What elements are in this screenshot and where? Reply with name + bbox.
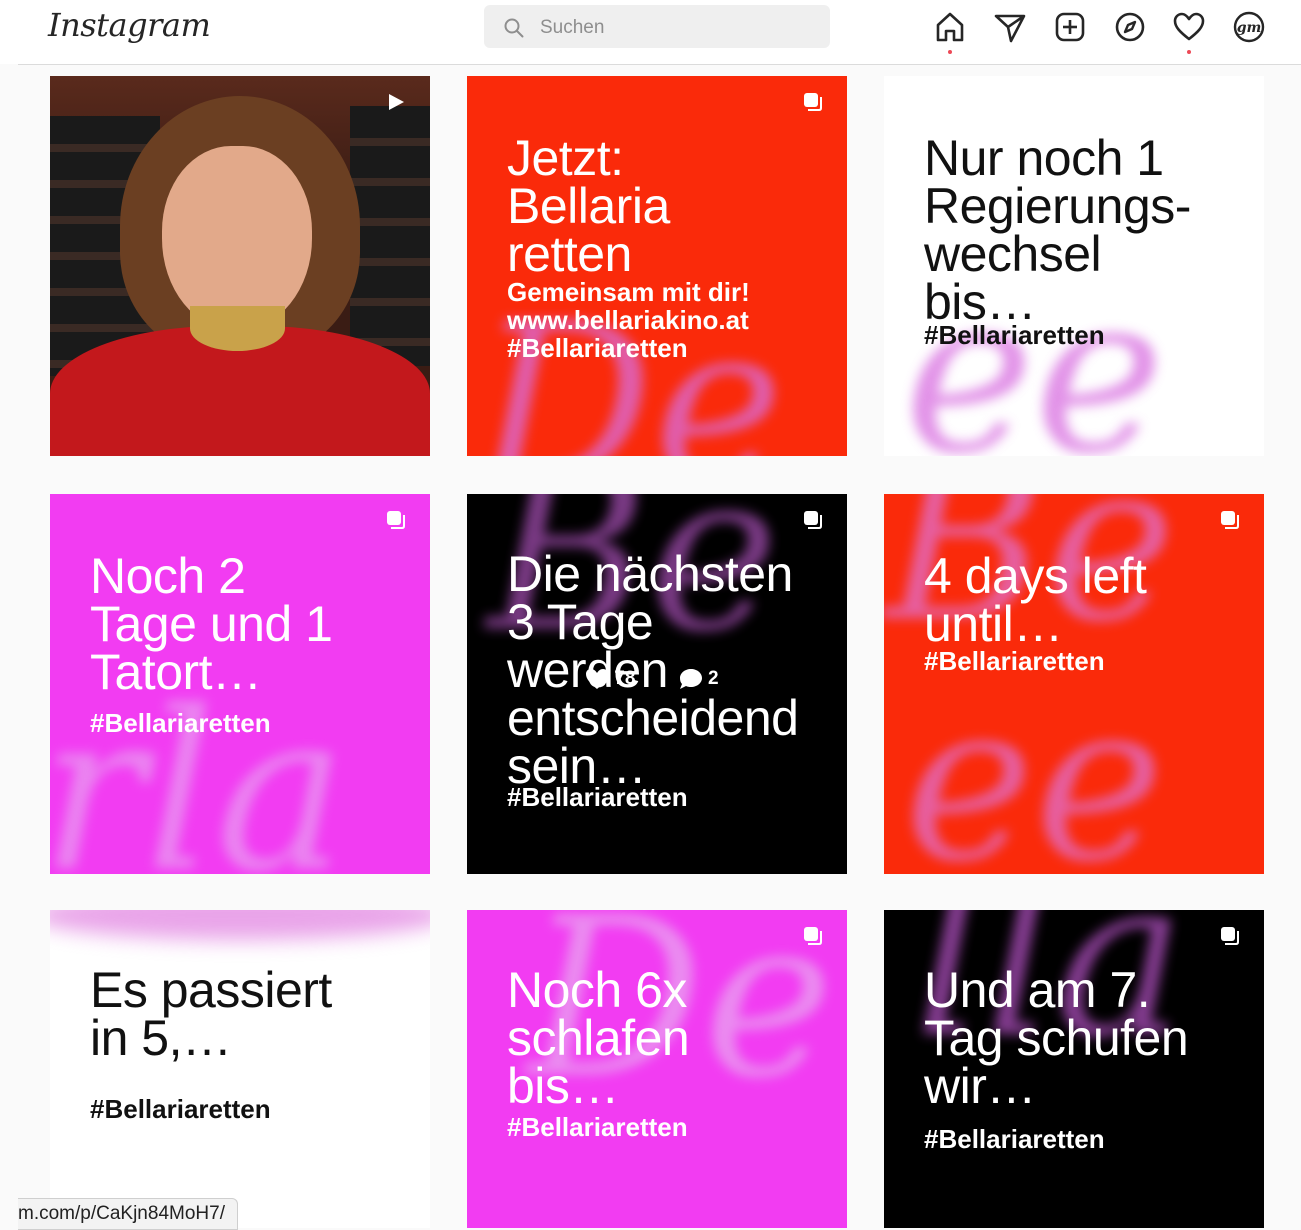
post-headline: Und am 7. Tag schufen wir… — [924, 962, 1189, 1114]
post-tile-und-am-7-tag[interactable]: lla Und am 7. Tag schufen wir… #Bellariare… — [884, 910, 1264, 1228]
profile-avatar-icon[interactable]: gm — [1230, 8, 1268, 46]
post-tile-die-naechsten-3-tage[interactable]: Be Die nächsten 3 Tage werden entscheidend s… — [467, 494, 847, 874]
post-headline: Jetzt: Bellaria retten — [507, 130, 670, 282]
search-icon — [504, 18, 524, 38]
post-headline: 4 days left until… — [924, 548, 1147, 652]
post-tile-4-days-left[interactable]: Be ee 4 days left until… #Bellariaretten — [884, 494, 1264, 874]
activity-heart-icon[interactable] — [1170, 8, 1208, 46]
likes-count: 78 — [614, 668, 636, 690]
search-input[interactable]: Suchen — [484, 5, 830, 48]
decorative-script-overlay-lower: ee — [904, 654, 1165, 874]
header-divider — [18, 64, 1301, 65]
post-hashtag: #Bellariaretten — [924, 1124, 1105, 1154]
carousel-icon — [804, 511, 822, 529]
post-headline: Es passiert in 5,… — [90, 962, 332, 1066]
post-subtext: Gemeinsam mit dir! www.bellariakino.at #Be… — [507, 277, 750, 363]
carousel-icon — [1221, 927, 1239, 945]
post-tile-es-passiert-in-5[interactable]: Es passiert in 5,… #Bellariaretten — [50, 910, 430, 1228]
post-tile-nur-noch-1[interactable]: ee Nur noch 1 Regierungs-wechsel bis… #Bel… — [884, 76, 1264, 456]
decorative-script-overlay — [50, 910, 430, 940]
post-hashtag: #Bellariaretten — [90, 1094, 271, 1124]
comments-bubble-icon — [679, 669, 702, 689]
post-headline: Nur noch 1 Regierungs-wechsel bis… — [924, 130, 1191, 330]
post-headline: Noch 2 Tage und 1 Tatort… — [90, 548, 333, 700]
video-play-icon — [389, 94, 404, 110]
portrait-face — [162, 146, 312, 331]
activity-notification-dot — [1187, 50, 1191, 54]
carousel-icon — [804, 927, 822, 945]
cinema-seats-right — [350, 106, 430, 366]
post-headline: Noch 6x schlafen bis… — [507, 962, 690, 1114]
post-tile-noch-6x-schlafen[interactable]: De Noch 6x schlafen bis… #Bellariaretten — [467, 910, 847, 1228]
post-hashtag: #Bellariaretten — [90, 708, 271, 738]
instagram-logo[interactable]: Instagram — [48, 6, 211, 44]
home-active-dot — [948, 50, 952, 54]
new-post-icon[interactable] — [1051, 8, 1089, 46]
svg-text:gm: gm — [1237, 20, 1262, 36]
post-tile-video[interactable] — [50, 76, 430, 456]
post-tile-noch-2-tage[interactable]: rla Noch 2 Tage und 1 Tatort… #Bellariaret… — [50, 494, 430, 874]
post-hashtag: #Bellariaretten — [507, 782, 688, 812]
post-hashtag: #Bellariaretten — [924, 646, 1105, 676]
top-navigation-bar: Instagram Suchen gm — [0, 0, 1301, 64]
search-placeholder: Suchen — [540, 17, 605, 38]
hover-stats: 78 2 — [585, 668, 719, 690]
explore-icon[interactable] — [1111, 8, 1149, 46]
browser-status-url: m.com/p/CaKjn84MoH7/ — [18, 1198, 238, 1230]
portrait-gold-necklace — [190, 306, 285, 351]
direct-message-icon[interactable] — [991, 8, 1029, 46]
carousel-icon — [387, 511, 405, 529]
likes-heart-icon — [586, 669, 608, 689]
carousel-icon — [1221, 511, 1239, 529]
carousel-icon — [804, 93, 822, 111]
post-hashtag: #Bellariaretten — [924, 320, 1105, 350]
comments-count: 2 — [707, 668, 719, 690]
home-icon[interactable] — [931, 8, 969, 46]
post-tile-jetzt-bellaria-retten[interactable]: De Jetzt: Bellaria retten Gemeinsam mit di… — [467, 76, 847, 456]
post-hashtag: #Bellariaretten — [507, 1112, 688, 1142]
